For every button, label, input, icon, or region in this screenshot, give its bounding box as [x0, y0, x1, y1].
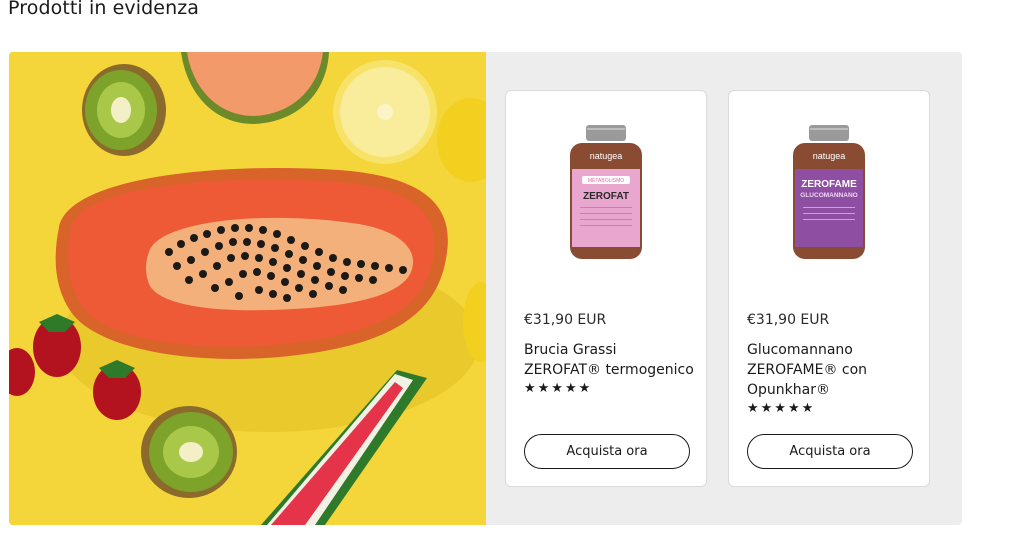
section-title: Prodotti in evidenza	[8, 0, 200, 19]
rating-stars: ★★★★★	[524, 381, 593, 396]
rating-stars: ★★★★★	[747, 401, 816, 416]
product-card-zerofame[interactable]: natugea ZEROFAME GLUCOMANNANO €31,90 EUR…	[728, 90, 930, 487]
svg-text:ZEROFAME: ZEROFAME	[801, 179, 857, 190]
product-card-zerofat[interactable]: natugea METABOLISMO ZEROFAT €31,90 EUR B…	[505, 90, 707, 487]
buy-now-button[interactable]: Acquista ora	[524, 434, 690, 469]
hero-fruit-image	[9, 52, 486, 525]
svg-text:ZEROFAT: ZEROFAT	[583, 191, 629, 202]
brand-label: natugea	[590, 151, 623, 161]
papaya	[55, 167, 448, 359]
product-image-zerofat[interactable]: natugea METABOLISMO ZEROFAT	[556, 125, 656, 261]
svg-text:GLUCOMANNANO: GLUCOMANNANO	[800, 192, 857, 199]
buy-now-button[interactable]: Acquista ora	[747, 434, 913, 469]
product-image-zerofame[interactable]: natugea ZEROFAME GLUCOMANNANO	[779, 125, 879, 261]
product-price: €31,90 EUR	[524, 312, 607, 328]
kiwi-top	[82, 64, 166, 156]
svg-text:natugea: natugea	[813, 151, 846, 161]
kiwi-bottom	[141, 406, 237, 498]
product-title[interactable]: Glucomannano ZEROFAME® con Opunkhar®	[747, 340, 917, 400]
svg-text:METABOLISMO: METABOLISMO	[588, 178, 624, 184]
product-price: €31,90 EUR	[747, 312, 830, 328]
featured-products-panel: natugea METABOLISMO ZEROFAT €31,90 EUR B…	[9, 52, 962, 525]
product-title[interactable]: Brucia Grassi ZEROFAT® termogenico	[524, 340, 694, 380]
